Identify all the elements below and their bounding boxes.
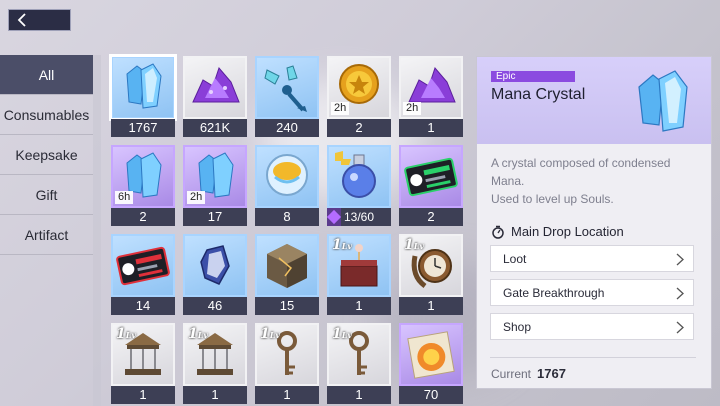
item-count: 1 (399, 119, 463, 137)
expiry-badge: 2h (187, 191, 206, 204)
inventory-slot-potion-flask[interactable]: 13/60 (326, 145, 391, 226)
item-count: 1 (183, 386, 247, 404)
item-count: 46 (183, 297, 247, 315)
item-count: 14 (111, 297, 175, 315)
sidebar-item-all[interactable]: All (0, 55, 93, 95)
level-badge: 1Lv (404, 237, 425, 253)
inventory-slot-purple-ore-timed[interactable]: 2h 1 (399, 56, 463, 137)
mana-crystal-icon (126, 63, 162, 109)
rarity-badge: Epic (491, 71, 575, 82)
chevron-left-icon (17, 13, 26, 27)
ticket-icon (116, 246, 170, 286)
item-detail-panel: Epic Mana Crystal A crystal composed of … (476, 56, 712, 389)
chevron-right-icon (676, 321, 684, 334)
drop-location-loot-button[interactable]: Loot (490, 245, 694, 272)
item-count: 1 (111, 386, 175, 404)
inventory-slot-pocket-watch[interactable]: 1Lv 1 (399, 234, 463, 315)
blue-gem-icon (200, 245, 230, 285)
item-count: 1767 (111, 119, 175, 137)
level-badge: 1Lv (116, 326, 137, 342)
inventory-slot-purple-ore[interactable]: 621K (183, 56, 247, 137)
panel-divider (490, 357, 696, 358)
ticket-icon (404, 157, 458, 197)
back-button[interactable] (8, 9, 71, 31)
current-amount: Current 1767 (491, 366, 566, 381)
inventory-slot-carousel-1[interactable]: 1Lv 1 (111, 323, 175, 404)
item-count: 17 (183, 208, 247, 226)
item-count: 2 (111, 208, 175, 226)
item-detail-header: Epic Mana Crystal (477, 57, 711, 144)
item-name: Mana Crystal (491, 86, 586, 103)
mana-crystal-icon (638, 70, 688, 132)
inventory-slot-gold-coin[interactable]: 2h 2 (327, 56, 391, 137)
sidebar-divider (93, 55, 101, 406)
expiry-badge: 6h (115, 191, 134, 204)
expiry-badge: 2h (331, 102, 350, 115)
level-badge: 1Lv (332, 237, 353, 253)
inventory-slot-music-box[interactable]: 1Lv 1 (327, 234, 391, 315)
stopwatch-icon (492, 225, 504, 239)
chevron-right-icon (676, 253, 684, 266)
inventory-slot-ticket-green[interactable]: 2 (399, 145, 463, 226)
item-count: 1 (327, 297, 391, 315)
inventory-slot-antique-key-2[interactable]: 1Lv 1 (327, 323, 391, 404)
stone-cube-icon (267, 244, 307, 288)
drop-location-heading: Main Drop Location (491, 224, 624, 239)
inventory-slot-golden-orb[interactable]: 8 (255, 145, 319, 226)
crystal-key-icon (264, 65, 307, 112)
expiry-badge: 2h (403, 102, 422, 115)
inventory-slot-mana-crystal-timed-2[interactable]: 2h 17 (183, 145, 247, 226)
inventory-slot-antique-key-1[interactable]: 1Lv 1 (255, 323, 319, 404)
potion-flask-icon (335, 151, 376, 198)
inventory-slot-mana-crystal[interactable]: 1767 (109, 54, 177, 137)
item-count: 8 (255, 208, 319, 226)
chevron-right-icon (676, 287, 684, 300)
item-count: 621K (183, 119, 247, 137)
item-description: A crystal composed of condensed Mana. Us… (491, 156, 671, 206)
purple-ore-icon (192, 67, 240, 103)
item-count: 70 (399, 386, 463, 404)
item-count: 15 (255, 297, 319, 315)
sidebar-item-gift[interactable]: Gift (0, 175, 93, 215)
item-count: 2 (327, 119, 391, 137)
item-count: 1 (399, 297, 463, 315)
fragment-progress-text: 13/60 (343, 210, 375, 224)
fire-scroll-icon (407, 331, 455, 379)
sidebar-item-artifact[interactable]: Artifact (0, 215, 93, 255)
inventory-slot-ticket-red[interactable]: 14 (111, 234, 175, 315)
level-badge: 1Lv (188, 326, 209, 342)
item-count: 240 (255, 119, 319, 137)
drop-location-shop-button[interactable]: Shop (490, 313, 694, 340)
sidebar-item-keepsake[interactable]: Keepsake (0, 135, 93, 175)
inventory-slot-blue-gem[interactable]: 46 (183, 234, 247, 315)
level-badge: 1Lv (260, 326, 281, 342)
inventory-slot-fire-scroll[interactable]: 70 (399, 323, 463, 404)
item-count: 2 (399, 208, 463, 226)
drop-location-gate-breakthrough-button[interactable]: Gate Breakthrough (490, 279, 694, 306)
inventory-slot-carousel-2[interactable]: 1Lv 1 (183, 323, 247, 404)
inventory-slot-mana-crystal-timed[interactable]: 6h 2 (111, 145, 175, 226)
item-count: 1 (255, 386, 319, 404)
sidebar-item-consumables[interactable]: Consumables (0, 95, 93, 135)
golden-orb-icon (266, 154, 308, 196)
category-sidebar: All Consumables Keepsake Gift Artifact (0, 55, 93, 255)
item-count: 1 (327, 386, 391, 404)
inventory-slot-crystal-key[interactable]: 240 (255, 56, 319, 137)
fragment-progress-bar: 13/60 (326, 208, 391, 226)
level-badge: 1Lv (332, 326, 353, 342)
inventory-slot-stone-cube[interactable]: 15 (255, 234, 319, 315)
